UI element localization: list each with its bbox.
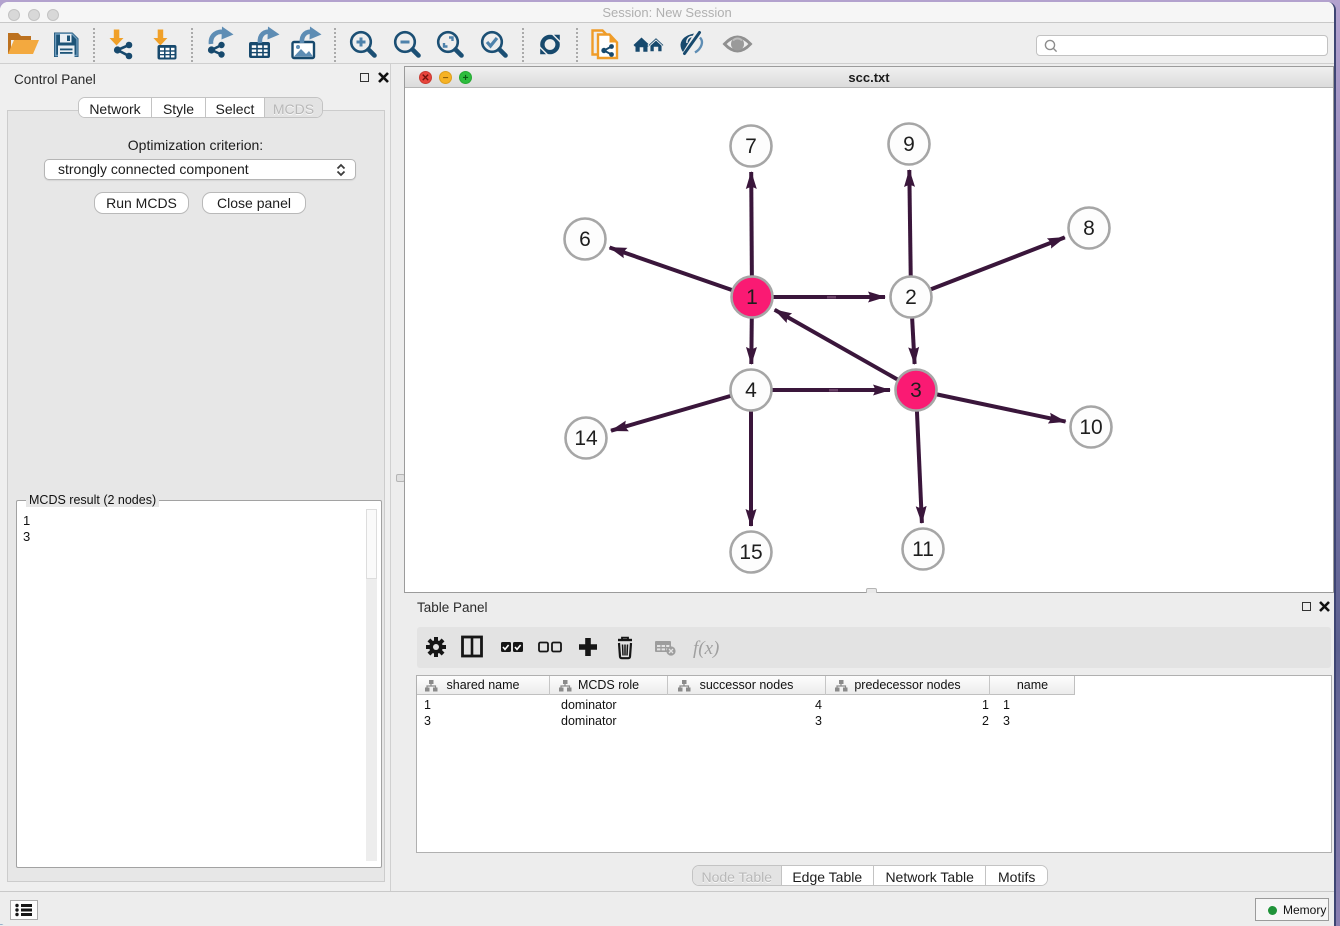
- svg-text:14: 14: [574, 427, 598, 450]
- svg-text:15: 15: [739, 541, 762, 564]
- svg-text:8: 8: [1083, 217, 1095, 240]
- svg-text:11: 11: [912, 538, 934, 561]
- svg-text:1: 1: [746, 286, 758, 309]
- svg-text:3: 3: [910, 379, 922, 402]
- svg-text:4: 4: [745, 379, 757, 402]
- svg-text:2: 2: [905, 286, 917, 309]
- svg-text:7: 7: [745, 135, 757, 158]
- svg-text:9: 9: [903, 133, 915, 156]
- svg-text:10: 10: [1079, 416, 1102, 439]
- svg-text:6: 6: [579, 228, 591, 251]
- svg-text:f(x): f(x): [693, 638, 719, 659]
